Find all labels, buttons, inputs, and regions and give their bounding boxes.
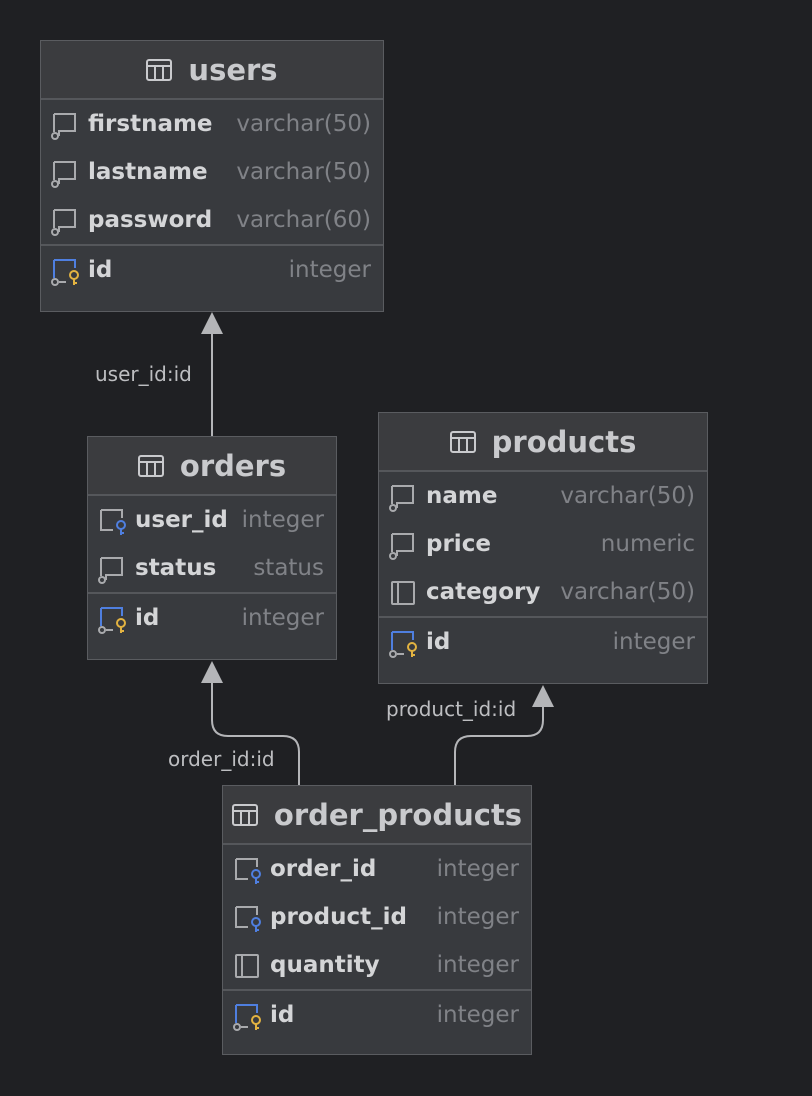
column-type: numeric: [600, 531, 695, 557]
column-row-name[interactable]: name varchar(50): [379, 472, 707, 520]
column-name: status: [135, 555, 217, 581]
arrowhead-users: [201, 312, 223, 334]
column-icon: [51, 161, 76, 188]
column-icon: [389, 485, 414, 512]
column-type: varchar(50): [236, 159, 371, 185]
table-title: users: [188, 52, 278, 87]
column-type: varchar(50): [560, 483, 695, 509]
column-name: id: [270, 1002, 295, 1028]
column-name: id: [135, 605, 160, 631]
table-header-products[interactable]: products: [379, 413, 707, 472]
relation-label-order-id: order_id:id: [168, 747, 275, 771]
foreign-key-icon: [100, 509, 126, 535]
column-name: product_id: [270, 904, 407, 930]
column-name: id: [88, 257, 113, 283]
primary-key-icon: [233, 1004, 261, 1031]
column-type: varchar(50): [560, 579, 695, 605]
table-header-order-products[interactable]: order_products: [223, 786, 531, 845]
column-type: integer: [241, 605, 324, 631]
column-type: integer: [436, 856, 519, 882]
table-title: order_products: [273, 797, 523, 832]
column-type: integer: [436, 904, 519, 930]
table-icon: [231, 803, 258, 826]
table-products[interactable]: products name varchar(50) price numeric …: [378, 412, 708, 684]
column-row-password[interactable]: password varchar(60): [41, 196, 383, 244]
table-icon: [449, 430, 476, 453]
arrowhead-orders: [201, 661, 223, 683]
table-title: orders: [179, 448, 287, 483]
table-order-products[interactable]: order_products order_id integer product_…: [222, 785, 532, 1055]
column-row-user-id[interactable]: user_id integer: [88, 496, 336, 544]
column-icon: [98, 557, 123, 584]
er-diagram-canvas: user_id:id order_id:id product_id:id use…: [0, 0, 812, 1096]
column-icon: [389, 533, 414, 560]
column-type: integer: [436, 952, 519, 978]
column-name: quantity: [270, 952, 380, 978]
column-icon: [51, 113, 76, 140]
foreign-key-icon: [235, 858, 261, 884]
column-name: firstname: [88, 111, 213, 137]
column-row-id[interactable]: id integer: [88, 594, 336, 642]
column-type: integer: [436, 1002, 519, 1028]
column-row-category[interactable]: category varchar(50): [379, 568, 707, 616]
column-type: status: [253, 555, 324, 581]
column-type: varchar(60): [236, 207, 371, 233]
nullable-column-icon: [235, 954, 259, 978]
column-row-lastname[interactable]: lastname varchar(50): [41, 148, 383, 196]
column-row-product-id[interactable]: product_id integer: [223, 893, 531, 941]
table-header-orders[interactable]: orders: [88, 437, 336, 496]
column-row-order-id[interactable]: order_id integer: [223, 845, 531, 893]
column-row-status[interactable]: status status: [88, 544, 336, 592]
relation-label-product-id: product_id:id: [386, 697, 517, 721]
table-icon: [146, 58, 173, 81]
column-type: integer: [288, 257, 371, 283]
column-icon: [51, 209, 76, 236]
primary-key-icon: [98, 607, 126, 634]
column-name: order_id: [270, 856, 377, 882]
table-header-users[interactable]: users: [41, 41, 383, 100]
column-name: lastname: [88, 159, 208, 185]
column-name: name: [426, 483, 498, 509]
foreign-key-icon: [235, 906, 261, 932]
column-name: category: [426, 579, 541, 605]
column-row-id[interactable]: id integer: [41, 246, 383, 294]
column-row-id[interactable]: id integer: [223, 991, 531, 1039]
column-row-firstname[interactable]: firstname varchar(50): [41, 100, 383, 148]
column-row-quantity[interactable]: quantity integer: [223, 941, 531, 989]
nullable-column-icon: [391, 581, 415, 605]
column-type: integer: [612, 629, 695, 655]
relation-label-user-id: user_id:id: [95, 362, 192, 386]
table-title: products: [491, 424, 637, 459]
column-row-id[interactable]: id integer: [379, 618, 707, 666]
column-name: id: [426, 629, 451, 655]
arrowhead-products: [532, 685, 554, 707]
column-type: varchar(50): [236, 111, 371, 137]
column-row-price[interactable]: price numeric: [379, 520, 707, 568]
column-name: user_id: [135, 507, 228, 533]
primary-key-icon: [51, 259, 79, 286]
column-name: password: [88, 207, 213, 233]
table-orders[interactable]: orders user_id integer status status id …: [87, 436, 337, 660]
table-users[interactable]: users firstname varchar(50) lastname var…: [40, 40, 384, 312]
table-icon: [137, 454, 164, 477]
primary-key-icon: [389, 631, 417, 658]
column-type: integer: [241, 507, 324, 533]
column-name: price: [426, 531, 491, 557]
